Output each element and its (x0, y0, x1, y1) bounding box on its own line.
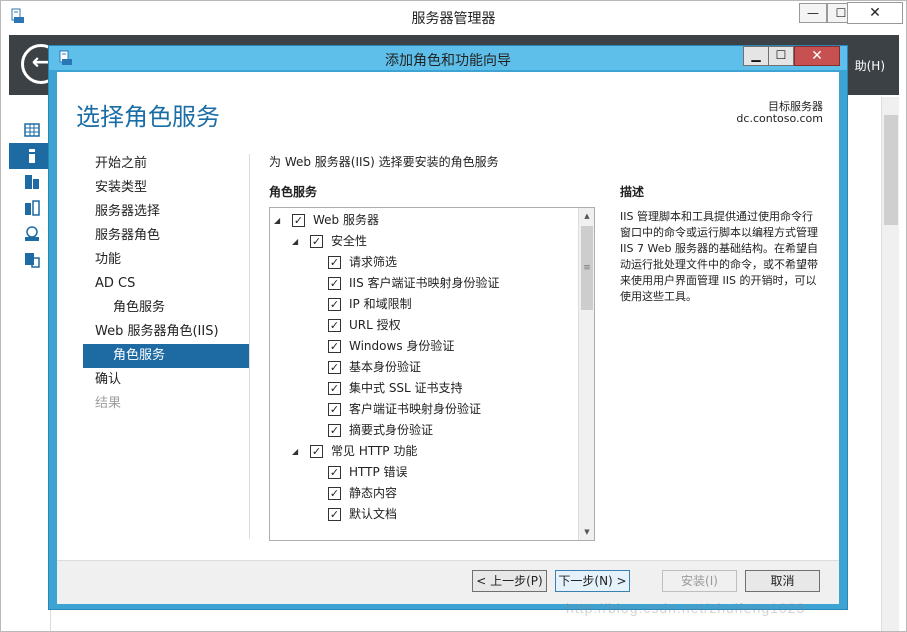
checkbox-windows-auth[interactable]: ✓ (328, 340, 341, 353)
outer-close-button[interactable]: ✕ (847, 2, 903, 24)
step-results: 结果 (95, 396, 122, 411)
tree-item-label: URL 授权 (349, 318, 401, 332)
local-server-nav[interactable] (9, 143, 51, 169)
all-servers-nav[interactable] (9, 169, 51, 195)
expanded-arrow-icon[interactable]: ◢ (274, 210, 284, 231)
previous-button[interactable]: < 上一步(P) (472, 570, 547, 592)
checkbox-static-content[interactable]: ✓ (328, 487, 341, 500)
checkbox-client-cert-auth[interactable]: ✓ (328, 403, 341, 416)
role-services-heading: 角色服务 (269, 185, 318, 199)
tree-item-label: 摘要式身份验证 (349, 423, 434, 437)
install-button: 安装(I) (662, 570, 737, 592)
tree-scrollbar[interactable]: ▲ ≡ ▼ (578, 208, 594, 540)
ad-cs-nav[interactable] (9, 247, 51, 273)
outer-minimize-button[interactable]: — (799, 3, 827, 23)
info-icon (29, 149, 35, 163)
add-roles-wizard-dialog: 添加角色和功能向导 ▁ ☐ ✕ 选择角色服务 目标服务器 dc.contoso.… (48, 45, 848, 610)
page-title: 选择角色服务 (76, 103, 220, 131)
description-heading: 描述 (620, 185, 645, 199)
next-button[interactable]: 下一步(N) > (555, 570, 630, 592)
wizard-steps-nav: 开始之前 安装类型 服务器选择 服务器角色 功能 AD CS 角色服务 Web … (83, 152, 249, 416)
checkbox-digest-auth[interactable]: ✓ (328, 424, 341, 437)
server-manager-scroll-thumb[interactable] (884, 115, 898, 225)
description-text: IIS 管理脚本和工具提供通过使用命令行窗口中的命令或运行脚本以编程方式管理 I… (620, 210, 818, 303)
tree-item-label: IIS 客户端证书映射身份验证 (349, 276, 500, 290)
expanded-arrow-icon[interactable]: ◢ (292, 231, 302, 252)
step-confirmation[interactable]: 确认 (83, 368, 249, 392)
tree-item-label: IP 和域限制 (349, 297, 412, 311)
wizard-title-bar[interactable]: 添加角色和功能向导 ▁ ☐ ✕ (49, 46, 847, 70)
dashboard-icon (24, 123, 40, 137)
step-iis-role-services[interactable]: 角色服务 (83, 344, 249, 368)
step-server-selection[interactable]: 服务器选择 (83, 200, 249, 224)
dashboard-nav[interactable] (9, 117, 51, 143)
tree-item-label: Web 服务器 (313, 213, 379, 227)
watermark: http://blog.csdn.net/zhuifeng1023 (566, 600, 806, 616)
checkbox-common-http[interactable]: ✓ (310, 445, 323, 458)
checkbox-default-document[interactable]: ✓ (328, 508, 341, 521)
target-server-value: dc.contoso.com (736, 112, 823, 125)
step-ad-cs[interactable]: AD CS (83, 272, 249, 296)
wizard-minimize-button[interactable]: ▁ (743, 46, 769, 66)
checkbox-http-errors[interactable]: ✓ (328, 466, 341, 479)
step-features[interactable]: 功能 (83, 248, 249, 272)
checkbox-central-ssl[interactable]: ✓ (328, 382, 341, 395)
tree-item-label: 集中式 SSL 证书支持 (349, 381, 463, 395)
tree-scroll-thumb[interactable]: ≡ (581, 226, 593, 310)
checkbox-ip-domain-restrictions[interactable]: ✓ (328, 298, 341, 311)
wizard-title: 添加角色和功能向导 (385, 53, 511, 69)
step-ad-cs-role-services[interactable]: 角色服务 (83, 296, 249, 320)
checkbox-iis-client-cert-auth[interactable]: ✓ (328, 277, 341, 290)
checkbox-request-filtering[interactable]: ✓ (328, 256, 341, 269)
iis-nav[interactable] (9, 221, 51, 247)
checkbox-security[interactable]: ✓ (310, 235, 323, 248)
tree-item-label: 静态内容 (349, 486, 398, 500)
iis-icon (25, 226, 39, 241)
help-menu[interactable]: 助(H) (855, 57, 885, 74)
checkbox-web-server[interactable]: ✓ (292, 214, 305, 227)
cancel-button[interactable]: 取消 (745, 570, 820, 592)
expanded-arrow-icon[interactable]: ◢ (292, 441, 302, 462)
server-manager-title-bar: 服务器管理器 — ☐ ✕ (1, 1, 906, 31)
tree-item-label: Windows 身份验证 (349, 339, 455, 353)
tree-item-label: 客户端证书映射身份验证 (349, 402, 482, 416)
file-services-nav[interactable] (9, 195, 51, 221)
wizard-body: 选择角色服务 目标服务器 dc.contoso.com 开始之前 安装类型 服务… (57, 72, 839, 604)
checkbox-url-authorization[interactable]: ✓ (328, 319, 341, 332)
tree-item-label: 安全性 (331, 234, 368, 248)
certificate-icon (25, 253, 40, 268)
tree-item-label: HTTP 错误 (349, 465, 408, 479)
server-manager-title: 服务器管理器 (411, 11, 496, 27)
scroll-down-icon[interactable]: ▼ (579, 524, 594, 540)
step-before-you-begin[interactable]: 开始之前 (83, 152, 249, 176)
wizard-maximize-button[interactable]: ☐ (768, 46, 794, 66)
file-storage-icon (25, 200, 40, 216)
scroll-up-icon[interactable]: ▲ (579, 208, 594, 224)
tree-item-label: 基本身份验证 (349, 360, 422, 374)
steps-divider (249, 154, 250, 539)
wizard-footer: < 上一步(P) 下一步(N) > 安装(I) 取消 (57, 560, 839, 604)
server-manager-scrollbar[interactable] (881, 97, 899, 631)
server-manager-sidebar (9, 95, 51, 631)
servers-icon (25, 175, 39, 189)
checkbox-basic-auth[interactable]: ✓ (328, 361, 341, 374)
step-server-roles[interactable]: 服务器角色 (83, 224, 249, 248)
role-services-tree[interactable]: ◢ ✓ Web 服务器 ◢ ✓ 安全性 ✓ 请求筛选 ✓ IIS 客户端证书映射… (269, 207, 595, 541)
tree-item-label: 默认文档 (349, 507, 398, 521)
step-web-server-role[interactable]: Web 服务器角色(IIS) (83, 320, 249, 344)
tree-item-label: 常见 HTTP 功能 (331, 444, 418, 458)
step-installation-type[interactable]: 安装类型 (83, 176, 249, 200)
tree-item-label: 请求筛选 (349, 255, 398, 269)
intro-text: 为 Web 服务器(IIS) 选择要安装的角色服务 (269, 155, 499, 169)
wizard-close-button[interactable]: ✕ (794, 46, 840, 66)
